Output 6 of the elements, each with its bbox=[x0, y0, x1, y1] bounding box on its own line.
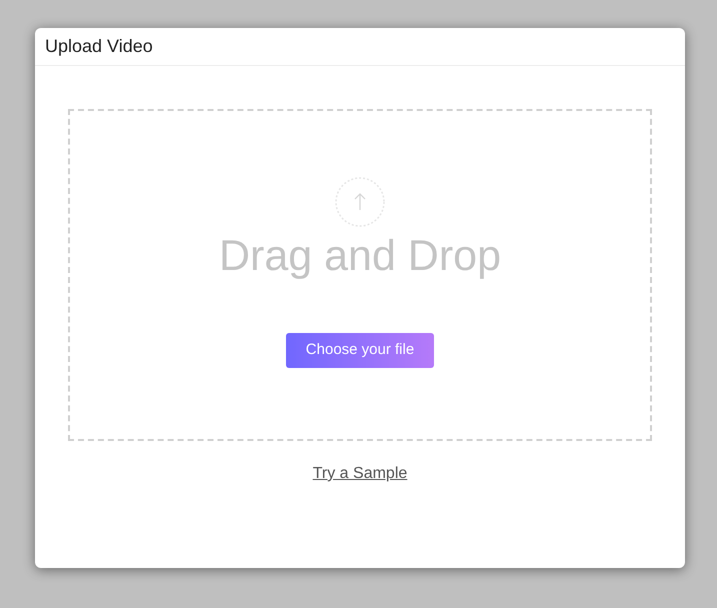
drop-zone[interactable]: Drag and Drop Choose your file bbox=[68, 109, 652, 441]
upload-icon bbox=[334, 176, 386, 228]
choose-file-button[interactable]: Choose your file bbox=[286, 333, 434, 368]
drop-heading: Drag and Drop bbox=[218, 231, 502, 281]
dialog-title: Upload Video bbox=[45, 35, 153, 58]
try-sample-link[interactable]: Try a Sample bbox=[312, 462, 408, 486]
